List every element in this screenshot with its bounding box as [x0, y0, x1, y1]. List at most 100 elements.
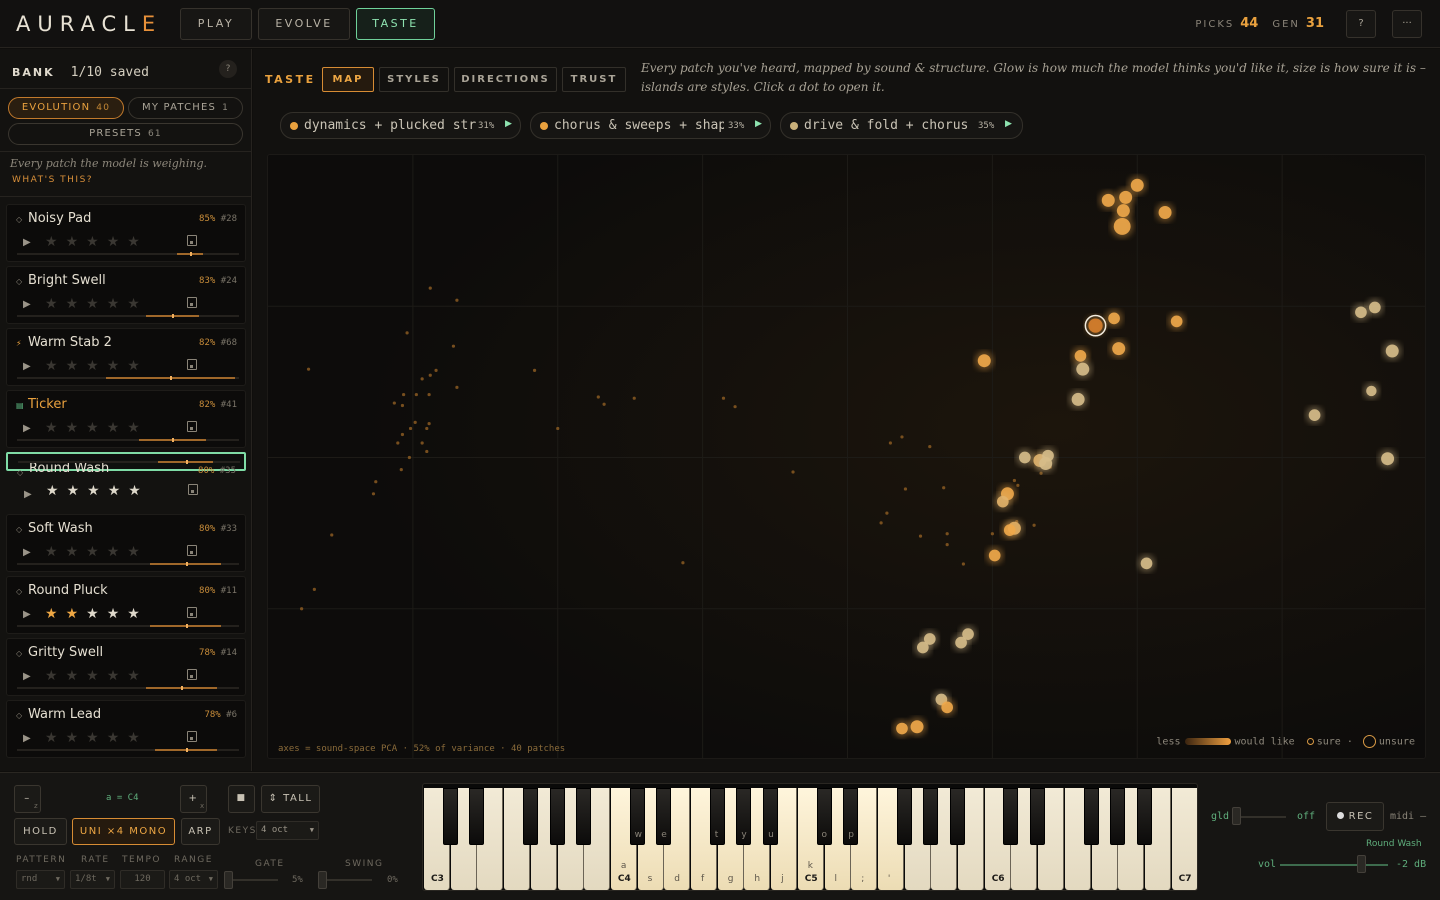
hold-button[interactable]: HOLD	[14, 818, 67, 845]
star-icon[interactable]: ★	[128, 483, 149, 499]
save-icon[interactable]	[187, 669, 197, 680]
star-icon[interactable]: ★	[108, 483, 129, 499]
patch-dot[interactable]	[1140, 557, 1153, 570]
star-icon[interactable]: ★	[66, 296, 87, 312]
star-icon[interactable]: ★	[127, 420, 148, 436]
patch-dot[interactable]	[1158, 205, 1172, 219]
taste-map-canvas[interactable]	[268, 155, 1426, 759]
star-icon[interactable]: ★	[86, 668, 107, 684]
whats-this-link[interactable]: WHAT'S THIS?	[12, 175, 93, 185]
save-icon[interactable]	[187, 297, 197, 308]
tab-evolution[interactable]: EVOLUTION 40	[8, 97, 124, 119]
patch-dot[interactable]	[1308, 409, 1321, 421]
patch-dot[interactable]	[996, 495, 1009, 508]
volume-slider[interactable]	[1280, 864, 1388, 866]
direction-chip[interactable]: dynamics + plucked str 31% ▶	[280, 112, 521, 139]
save-icon[interactable]	[187, 421, 197, 432]
voice-mode-button[interactable]: UNI ×4 MONO	[72, 818, 175, 845]
star-icon[interactable]: ★	[107, 606, 128, 622]
rating-stars[interactable]: ★★★★★	[45, 544, 148, 560]
star-icon[interactable]: ★	[45, 234, 66, 250]
play-icon[interactable]: ▶	[23, 609, 31, 620]
piano-keyboard[interactable]: C3 C4 C5 C6 C7 a s d f g h j k l; ' w e t y u o p	[422, 783, 1198, 891]
play-icon[interactable]: ▶	[23, 299, 31, 310]
black-key[interactable]	[1083, 788, 1099, 845]
rating-stars[interactable]: ★★★★★	[45, 296, 148, 312]
save-icon[interactable]	[187, 235, 197, 246]
black-key[interactable]	[522, 788, 538, 845]
rec-button[interactable]: REC	[1326, 802, 1384, 831]
glide-knob[interactable]	[1232, 807, 1241, 825]
star-icon[interactable]: ★	[46, 483, 67, 499]
star-icon[interactable]: ★	[86, 234, 107, 250]
patch-card[interactable]: ◇ Noisy Pad 85% #28 ▶ ★★★★★	[6, 204, 246, 262]
save-icon[interactable]	[187, 731, 197, 742]
glide-slider[interactable]	[1238, 816, 1286, 818]
play-icon[interactable]: ▶	[23, 733, 31, 744]
star-icon[interactable]: ★	[45, 730, 66, 746]
play-icon[interactable]: ▶	[24, 486, 32, 503]
patch-card[interactable]: ◇ Warm Lead 78% #6 ▶ ★★★★★	[6, 700, 246, 758]
star-icon[interactable]: ★	[66, 668, 87, 684]
swing-slider[interactable]	[320, 879, 372, 881]
patch-dot[interactable]	[977, 354, 991, 368]
star-icon[interactable]: ★	[127, 544, 148, 560]
star-icon[interactable]: ★	[127, 296, 148, 312]
patch-dot[interactable]	[955, 636, 967, 649]
black-key[interactable]	[1003, 788, 1019, 845]
star-icon[interactable]: ★	[127, 668, 148, 684]
star-icon[interactable]: ★	[87, 483, 108, 499]
pattern-select[interactable]: rnd ▼	[16, 870, 65, 889]
black-key[interactable]	[1136, 788, 1152, 845]
rating-stars[interactable]: ★★★★★	[45, 234, 148, 250]
patch-dot[interactable]	[1018, 451, 1031, 464]
black-key[interactable]	[1030, 788, 1046, 845]
star-icon[interactable]: ★	[107, 358, 128, 374]
range-select[interactable]: 4 oct ▼	[169, 870, 218, 889]
rating-stars[interactable]: ★★★★★	[45, 358, 148, 374]
patch-card[interactable]: ⚡ Warm Stab 2 82% #68 ▶ ★★★★★	[6, 328, 246, 386]
rating-stars[interactable]: ★★★★★	[45, 668, 148, 684]
tempo-input[interactable]: 120	[120, 870, 165, 889]
play-icon[interactable]: ▶	[23, 423, 31, 434]
rating-stars[interactable]: ★★★★★	[45, 730, 148, 746]
volume-knob[interactable]	[1357, 855, 1366, 873]
patch-dot[interactable]	[1130, 178, 1144, 192]
play-icon[interactable]: ▶	[23, 237, 31, 248]
help-button[interactable]: ?	[1346, 10, 1376, 38]
patch-dot[interactable]	[1170, 315, 1183, 328]
star-icon[interactable]: ★	[107, 296, 128, 312]
star-icon[interactable]: ★	[86, 544, 107, 560]
star-icon[interactable]: ★	[86, 358, 107, 374]
star-icon[interactable]: ★	[66, 420, 87, 436]
star-icon[interactable]: ★	[107, 730, 128, 746]
save-icon[interactable]	[187, 359, 197, 370]
gate-slider[interactable]	[226, 879, 278, 881]
rating-stars[interactable]: ★★★★★	[45, 606, 148, 622]
black-key[interactable]	[469, 788, 485, 845]
patch-dot[interactable]	[910, 720, 924, 734]
black-key[interactable]	[549, 788, 565, 845]
star-icon[interactable]: ★	[107, 234, 128, 250]
star-icon[interactable]: ★	[127, 358, 148, 374]
patch-dot[interactable]	[941, 701, 954, 714]
black-key[interactable]	[1110, 788, 1126, 845]
patch-card[interactable]: ◇ Soft Wash 80% #33 ▶ ★★★★★	[6, 514, 246, 572]
tab-my-patches[interactable]: MY PATCHES 1	[128, 97, 243, 119]
star-icon[interactable]: ★	[86, 420, 107, 436]
patch-card[interactable]: ◇ Round Pluck 80% #11 ▶ ★★★★★	[6, 576, 246, 634]
play-icon[interactable]: ▶	[23, 361, 31, 372]
nav-play[interactable]: PLAY	[180, 8, 252, 40]
patch-dot[interactable]	[1381, 452, 1395, 466]
star-icon[interactable]: ★	[107, 420, 128, 436]
play-icon[interactable]: ▶	[23, 547, 31, 558]
patch-dot[interactable]	[916, 641, 929, 654]
rating-stars[interactable]: ★★★★★	[46, 483, 149, 500]
black-key[interactable]	[442, 788, 458, 845]
star-icon[interactable]: ★	[66, 358, 87, 374]
nav-taste[interactable]: TASTE	[356, 8, 435, 40]
patch-dot[interactable]	[1113, 217, 1131, 235]
black-key[interactable]	[576, 788, 592, 845]
direction-chip[interactable]: chorus & sweeps + shap 33% ▶	[530, 112, 771, 139]
star-icon[interactable]: ★	[66, 730, 87, 746]
